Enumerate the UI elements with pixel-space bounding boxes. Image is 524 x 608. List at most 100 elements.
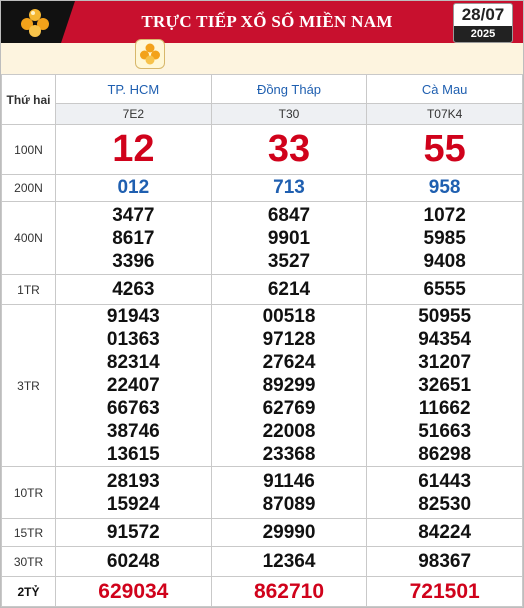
info-band xyxy=(1,43,523,75)
prize-number: 6847 xyxy=(267,204,311,226)
prize-number: 66763 xyxy=(106,398,160,419)
prize-row-200n: 200N 012 713 958 xyxy=(1,174,523,202)
jackpot-number: 862710 xyxy=(210,576,368,607)
prize-label: 30TR xyxy=(1,546,56,577)
day-label: Thứ hai xyxy=(1,74,56,125)
prize-number: 8617 xyxy=(112,227,155,249)
prize-number: 62769 xyxy=(262,398,316,419)
prize-number: 00518 xyxy=(262,306,316,327)
prize-number: 98367 xyxy=(366,546,523,577)
lottery-balls-icon xyxy=(140,43,160,65)
prize-number: 38746 xyxy=(106,421,160,442)
prize-number: 28193 xyxy=(106,470,160,492)
province-code-row: 7E2 T30 T07K4 xyxy=(2,103,523,125)
prize-cell: 3477 8617 3396 xyxy=(55,201,212,275)
page-title: TRỰC TIẾP XỔ SỐ MIỀN NAM xyxy=(141,12,393,31)
prize-cell: 91146 87089 xyxy=(210,466,368,519)
prize-number: 3527 xyxy=(267,250,311,272)
lottery-results-widget: TRỰC TIẾP XỔ SỐ MIỀN NAM 28/07 2025 Thứ … xyxy=(0,0,524,608)
prize-cell: 00518 97128 27624 89299 62769 22008 2336… xyxy=(210,304,368,467)
prize-number: 01363 xyxy=(106,329,160,350)
province-link[interactable]: TP. HCM xyxy=(55,74,212,104)
prize-number: 60248 xyxy=(55,546,212,577)
prize-number: 29990 xyxy=(210,518,368,547)
prize-number: 91572 xyxy=(55,518,212,547)
prize-number: 1072 xyxy=(423,204,466,226)
prize-number: 958 xyxy=(366,174,523,202)
prize-number: 87089 xyxy=(262,493,316,515)
prize-number: 9408 xyxy=(423,250,466,272)
date-badge: 28/07 2025 xyxy=(453,3,513,43)
prize-label: 1TR xyxy=(1,274,56,305)
province-code: T07K4 xyxy=(366,103,523,125)
prize-number: 12 xyxy=(55,124,212,175)
prize-number: 89299 xyxy=(262,375,316,396)
prize-number: 32651 xyxy=(418,375,472,396)
prize-number: 4263 xyxy=(55,274,212,305)
prize-label: 200N xyxy=(1,174,56,202)
prize-number: 13615 xyxy=(106,444,160,465)
prize-number: 51663 xyxy=(418,421,472,442)
prize-number: 82530 xyxy=(418,493,472,515)
prize-number: 6214 xyxy=(210,274,368,305)
prize-number: 22407 xyxy=(106,375,160,396)
logo xyxy=(1,1,75,43)
prize-cell: 91943 01363 82314 22407 66763 38746 1361… xyxy=(55,304,212,467)
prize-number: 23368 xyxy=(262,444,316,465)
prize-number: 61443 xyxy=(418,470,472,492)
prize-row-15tr: 15TR 91572 29990 84224 xyxy=(1,518,523,547)
date-day: 28/07 xyxy=(461,5,505,24)
prize-number: 82314 xyxy=(106,352,160,373)
prize-number: 97128 xyxy=(262,329,316,350)
prize-label: 2TỶ xyxy=(1,576,56,607)
province-code: 7E2 xyxy=(55,103,212,125)
jackpot-number: 629034 xyxy=(55,576,212,607)
prize-number: 27624 xyxy=(262,352,316,373)
date-year: 2025 xyxy=(454,26,512,42)
prize-number: 84224 xyxy=(366,518,523,547)
lottery-balls-icon xyxy=(21,9,49,37)
prize-label: 400N xyxy=(1,201,56,275)
prize-number: 012 xyxy=(55,174,212,202)
prize-number: 33 xyxy=(210,124,368,175)
prize-label: 15TR xyxy=(1,518,56,547)
prize-number: 22008 xyxy=(262,421,316,442)
prize-cell: 28193 15924 xyxy=(55,466,212,519)
prize-number: 713 xyxy=(210,174,368,202)
prize-row-1tr: 1TR 4263 6214 6555 xyxy=(1,274,523,305)
prize-cell: 61443 82530 xyxy=(366,466,523,519)
prize-cell: 6847 9901 3527 xyxy=(210,201,368,275)
live-refresh-button[interactable] xyxy=(135,39,165,69)
prize-number: 11662 xyxy=(418,398,471,419)
prize-number: 31207 xyxy=(418,352,472,373)
prize-row-30tr: 30TR 60248 12364 98367 xyxy=(1,546,523,577)
province-link[interactable]: Đồng Tháp xyxy=(210,74,368,104)
prize-label: 3TR xyxy=(1,304,56,467)
jackpot-number: 721501 xyxy=(366,576,523,607)
prize-number: 3477 xyxy=(112,204,155,226)
prize-number: 91146 xyxy=(263,470,315,492)
province-header-row: Thứ hai TP. HCM Đồng Tháp Cà Mau xyxy=(1,74,523,125)
prize-cell: 50955 94354 31207 32651 11662 51663 8629… xyxy=(366,304,523,467)
prize-label: 100N xyxy=(1,124,56,175)
prize-number: 86298 xyxy=(418,444,472,465)
prize-row-10tr: 10TR 28193 15924 91146 87089 61443 82530 xyxy=(1,466,523,519)
prize-row-3tr: 3TR 91943 01363 82314 22407 66763 38746 … xyxy=(1,304,523,467)
prize-row-400n: 400N 3477 8617 3396 6847 9901 3527 1072 … xyxy=(1,201,523,275)
prize-number: 55 xyxy=(366,124,523,175)
prize-number: 91943 xyxy=(106,306,160,327)
province-code: T30 xyxy=(210,103,368,125)
prize-number: 3396 xyxy=(112,250,155,272)
prize-row-100n: 100N 12 33 55 xyxy=(1,124,523,175)
prize-number: 15924 xyxy=(106,493,160,515)
prize-row-jackpot: 2TỶ 629034 862710 721501 xyxy=(1,576,523,607)
prize-number: 5985 xyxy=(423,227,466,249)
prize-cell: 1072 5985 9408 xyxy=(366,201,523,275)
prize-number: 9901 xyxy=(267,227,311,249)
prize-label: 10TR xyxy=(1,466,56,519)
prize-number: 12364 xyxy=(210,546,368,577)
results-table: Thứ hai TP. HCM Đồng Tháp Cà Mau 7E2 T30… xyxy=(1,74,523,607)
prize-number: 94354 xyxy=(418,329,472,350)
province-link[interactable]: Cà Mau xyxy=(366,74,523,104)
prize-number: 6555 xyxy=(366,274,523,305)
